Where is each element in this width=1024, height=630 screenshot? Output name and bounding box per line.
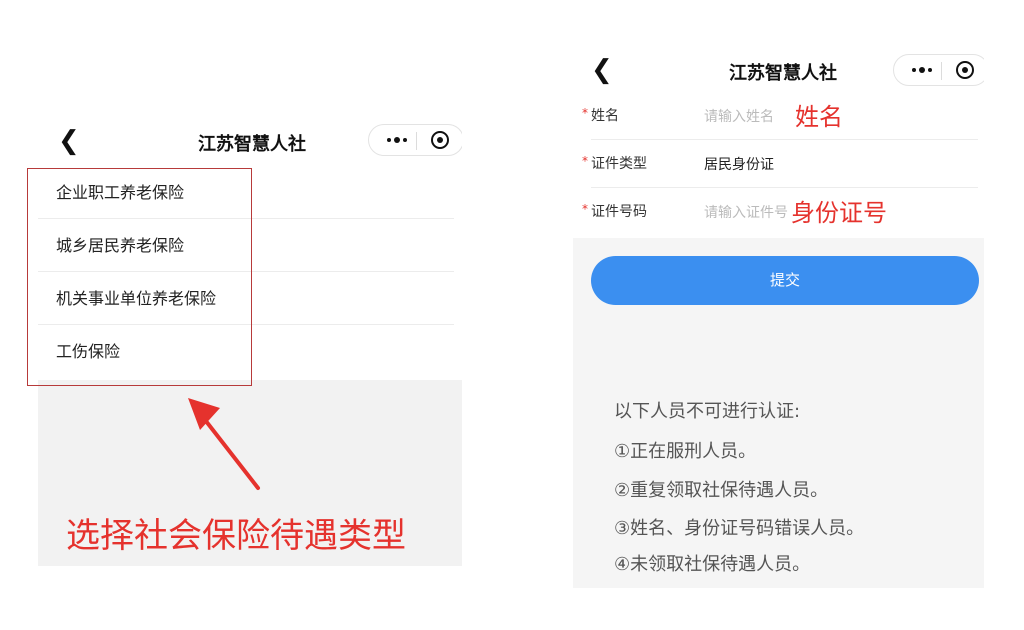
left-caption: 选择社会保险待遇类型 xyxy=(66,516,406,556)
id-number-input[interactable]: 请输入证件号 xyxy=(704,202,788,222)
id-type-select[interactable]: 居民身份证 xyxy=(704,154,774,174)
red-arrow-icon xyxy=(188,398,260,490)
highlight-box xyxy=(27,168,252,386)
notice-item: ③姓名、身份证号码错误人员。 xyxy=(614,518,865,539)
id-type-label: 证件类型 xyxy=(591,156,647,172)
right-phone-screen: ❮ 江苏智慧人社 * 姓名 请输入姓名 姓名 * 证件类型 居民身份证 * 证件… xyxy=(573,48,984,588)
back-arrow-icon[interactable]: ❮ xyxy=(58,128,80,154)
capsule-divider xyxy=(416,132,417,150)
required-mark: * xyxy=(582,154,588,168)
close-target-icon[interactable] xyxy=(956,61,974,79)
left-nav-bar: ❮ 江苏智慧人社 xyxy=(38,118,462,164)
name-label: 姓名 xyxy=(591,108,619,124)
form-row-id-number: * 证件号码 请输入证件号 身份证号 xyxy=(573,188,984,236)
name-annotation: 姓名 xyxy=(795,103,843,131)
mini-program-capsule xyxy=(368,124,462,156)
more-dots-icon[interactable] xyxy=(379,128,415,152)
notice-heading: 以下人员不可进行认证: xyxy=(614,401,801,422)
back-arrow-icon[interactable]: ❮ xyxy=(591,57,613,83)
left-app-title: 江苏智慧人社 xyxy=(198,134,306,155)
right-app-title: 江苏智慧人社 xyxy=(729,63,837,84)
id-number-annotation: 身份证号 xyxy=(791,199,887,227)
form-row-name: * 姓名 请输入姓名 姓名 xyxy=(573,92,984,140)
name-input[interactable]: 请输入姓名 xyxy=(704,106,774,126)
form-row-id-type: * 证件类型 居民身份证 xyxy=(573,140,984,188)
required-mark: * xyxy=(582,106,588,120)
notice-item: ②重复领取社保待遇人员。 xyxy=(614,480,829,501)
identity-form: * 姓名 请输入姓名 姓名 * 证件类型 居民身份证 * 证件号码 请输入证件号… xyxy=(573,92,984,238)
capsule-divider xyxy=(941,62,942,80)
id-number-label: 证件号码 xyxy=(591,204,647,220)
mini-program-capsule xyxy=(893,54,984,86)
required-mark: * xyxy=(582,202,588,216)
submit-button[interactable]: 提交 xyxy=(591,256,979,305)
notice-item: ①正在服刑人员。 xyxy=(614,441,757,462)
right-nav-bar: ❮ 江苏智慧人社 xyxy=(573,48,984,92)
notice-item: ④未领取社保待遇人员。 xyxy=(614,554,811,575)
close-target-icon[interactable] xyxy=(431,131,449,149)
more-dots-icon[interactable] xyxy=(904,58,940,82)
